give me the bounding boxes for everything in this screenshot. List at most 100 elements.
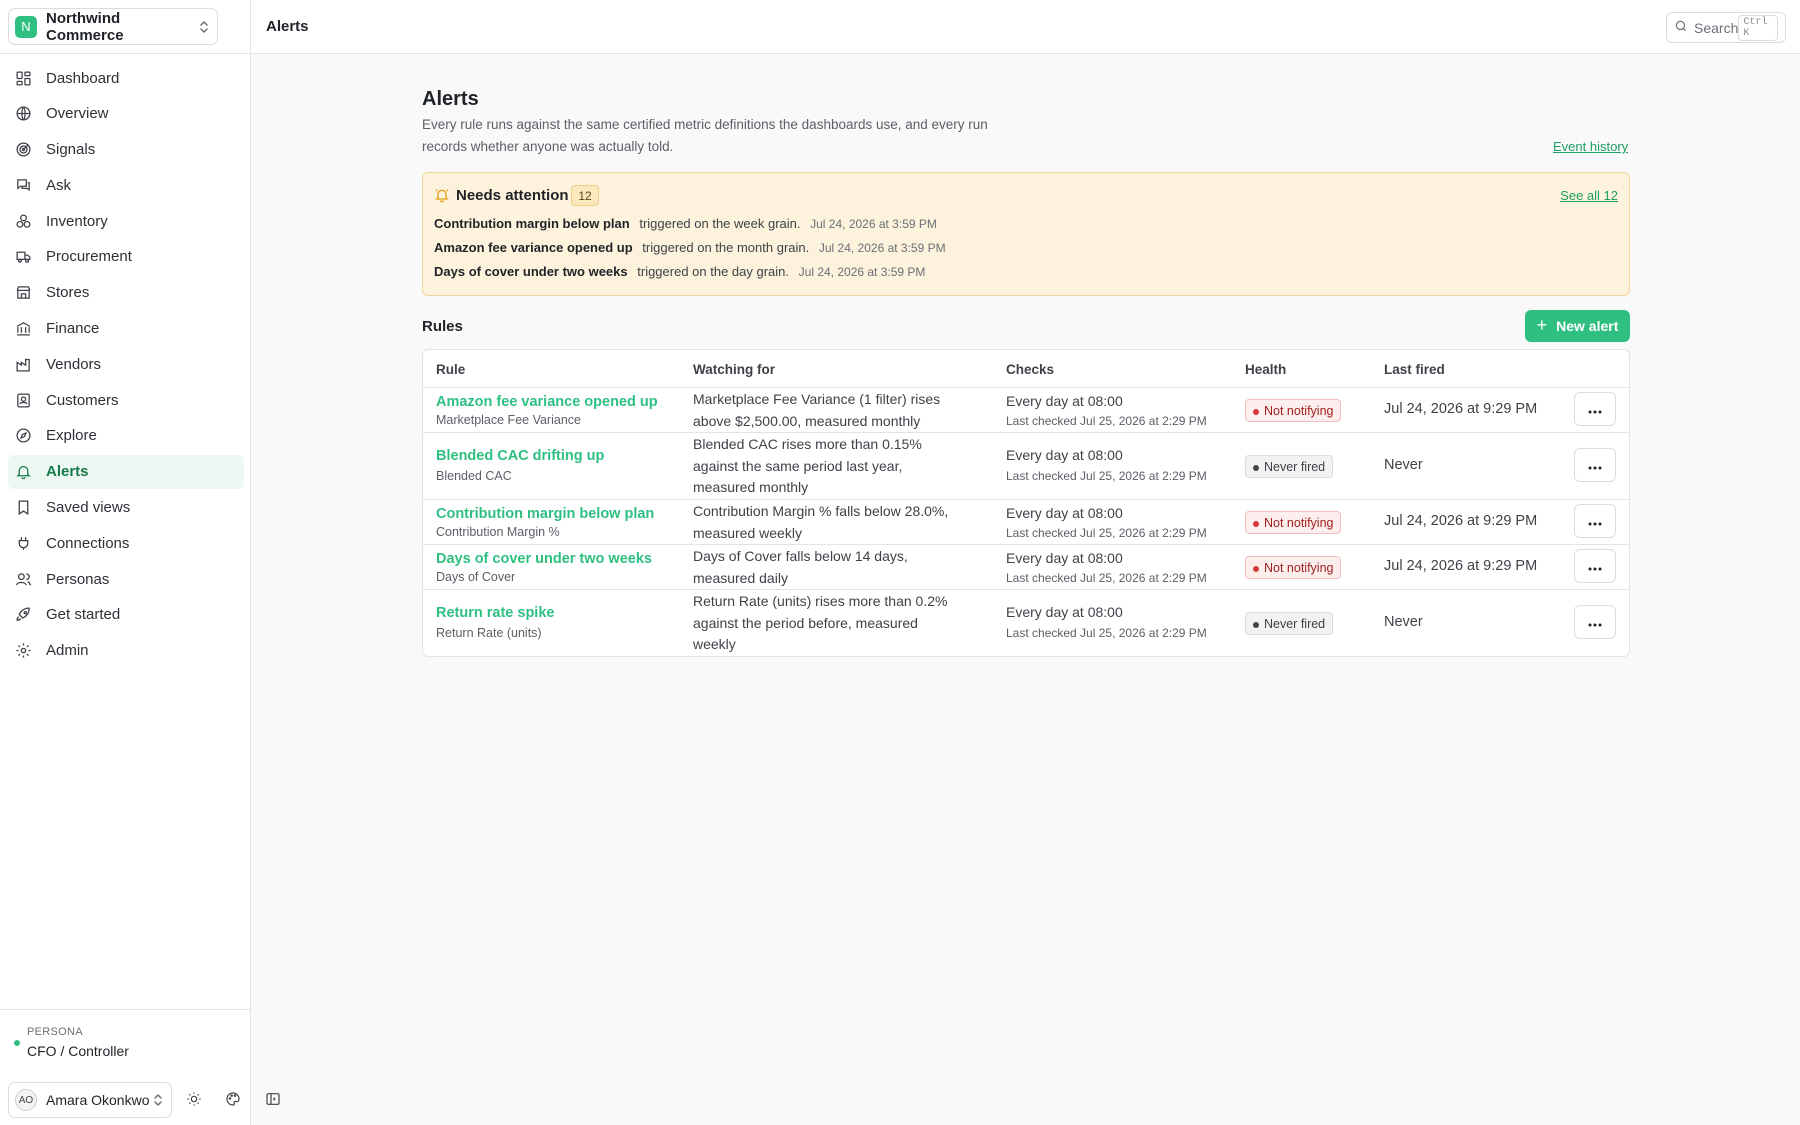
sidebar-item-saved-views[interactable]: Saved views: [8, 491, 244, 525]
sidebar-item-label: Finance: [46, 320, 100, 338]
rule-name-link[interactable]: Days of cover under two weeks: [436, 551, 652, 567]
column-header-health[interactable]: Health: [1245, 362, 1286, 377]
chevron-up-down-icon: [197, 18, 211, 36]
rule-metric: Contribution Margin %: [436, 525, 560, 539]
page-title: Alerts: [422, 88, 479, 110]
sidebar-item-label: Customers: [46, 391, 119, 409]
needs-attention-panel: Needs attention 12 See all 12 Contributi…: [422, 172, 1630, 296]
sidebar-item-dashboard[interactable]: Dashboard: [8, 61, 244, 95]
sun-icon: [186, 1091, 202, 1111]
sidebar-item-overview[interactable]: Overview: [8, 97, 244, 131]
org-switcher[interactable]: N Northwind Commerce: [8, 8, 218, 45]
sidebar-item-label: Procurement: [46, 248, 132, 266]
persona-value[interactable]: CFO / Controller: [27, 1043, 129, 1059]
user-switcher[interactable]: AO Amara Okonkwo: [8, 1082, 172, 1118]
rule-last-checked: Last checked Jul 25, 2026 at 2:29 PM: [1006, 414, 1207, 428]
topbar: Alerts Search Ctrl K: [251, 0, 1800, 54]
column-header-last-fired[interactable]: Last fired: [1384, 362, 1445, 377]
attention-item-message: triggered on the week grain.: [639, 216, 801, 231]
truck-icon: [15, 248, 32, 265]
page-breadcrumb-title: Alerts: [266, 18, 309, 35]
rule-checks: Every day at 08:00: [1006, 505, 1123, 521]
rule-last-checked: Last checked Jul 25, 2026 at 2:29 PM: [1006, 526, 1207, 540]
org-name: Northwind Commerce: [46, 9, 124, 44]
rule-metric: Days of Cover: [436, 570, 516, 584]
attention-item-name: Days of cover under two weeks: [434, 264, 628, 279]
contact-icon: [15, 392, 32, 409]
sidebar-item-explore[interactable]: Explore: [8, 419, 244, 453]
sidebar-item-personas[interactable]: Personas: [8, 562, 244, 596]
rule-watching: Contribution Margin % falls below 28.0%,…: [693, 503, 949, 541]
rule-metric: Marketplace Fee Variance: [436, 413, 581, 427]
sidebar-item-customers[interactable]: Customers: [8, 383, 244, 417]
sidebar-item-ask[interactable]: Ask: [8, 168, 244, 202]
row-actions-button[interactable]: [1574, 605, 1616, 639]
column-header-checks[interactable]: Checks: [1006, 362, 1054, 377]
persona-status-dot: [14, 1040, 20, 1046]
users-icon: [15, 571, 32, 588]
attention-item[interactable]: Days of cover under two weeks triggered …: [434, 264, 925, 279]
sidebar-collapse-icon: [265, 1091, 281, 1111]
attention-item[interactable]: Contribution margin below plan triggered…: [434, 216, 937, 231]
status-badge: Not notifying: [1245, 556, 1342, 579]
rule-name-link[interactable]: Blended CAC drifting up: [436, 448, 604, 464]
rule-watching: Return Rate (units) rises more than 0.2%…: [693, 593, 948, 652]
sidebar-item-label: Signals: [46, 141, 96, 159]
new-alert-button[interactable]: + New alert: [1525, 310, 1630, 342]
sidebar-item-label: Inventory: [46, 212, 108, 230]
search-shortcut: Ctrl K: [1738, 14, 1778, 41]
store-icon: [15, 284, 32, 301]
row-actions-button[interactable]: [1574, 549, 1616, 583]
needs-attention-title: Needs attention: [456, 187, 569, 204]
attention-item-message: triggered on the month grain.: [642, 240, 810, 255]
sidebar-item-alerts[interactable]: Alerts: [8, 454, 244, 489]
attention-item[interactable]: Amazon fee variance opened up triggered …: [434, 240, 946, 255]
sidebar-item-label: Dashboard: [46, 69, 120, 87]
sidebar-item-inventory[interactable]: Inventory: [8, 204, 244, 238]
status-badge: Not notifying: [1245, 511, 1342, 534]
avatar: AO: [15, 1089, 37, 1111]
sidebar-item-procurement[interactable]: Procurement: [8, 240, 244, 274]
event-history-link[interactable]: Event history: [1553, 139, 1628, 154]
search-placeholder: Search: [1694, 19, 1739, 36]
sidebar-item-vendors[interactable]: Vendors: [8, 347, 244, 381]
sidebar-item-label: Explore: [46, 427, 97, 445]
more-icon: [1588, 401, 1602, 418]
collapse-sidebar-button[interactable]: [262, 1090, 284, 1112]
rule-name-link[interactable]: Contribution margin below plan: [436, 506, 654, 522]
sidebar-item-label: Saved views: [46, 499, 131, 517]
row-actions-button[interactable]: [1574, 392, 1616, 426]
rule-last-checked: Last checked Jul 25, 2026 at 2:29 PM: [1006, 626, 1207, 640]
theme-toggle-button[interactable]: [183, 1090, 205, 1112]
user-name: Amara Okonkwo: [46, 1092, 150, 1108]
org-logo: N: [15, 15, 37, 38]
rule-last-fired: Jul 24, 2026 at 9:29 PM: [1384, 558, 1538, 574]
sidebar-item-label: Overview: [46, 105, 109, 123]
sidebar-item-get-started[interactable]: Get started: [8, 598, 244, 632]
bookmark-icon: [15, 499, 32, 516]
column-header-watching[interactable]: Watching for: [693, 362, 775, 377]
column-header-rule[interactable]: Rule: [436, 362, 465, 377]
row-actions-button[interactable]: [1574, 448, 1616, 482]
see-all-link[interactable]: See all 12: [1560, 188, 1618, 203]
sidebar-item-label: Stores: [46, 284, 90, 302]
sidebar-item-admin[interactable]: Admin: [8, 634, 244, 668]
rule-last-fired: Jul 24, 2026 at 9:29 PM: [1384, 513, 1538, 529]
rule-name-link[interactable]: Return rate spike: [436, 605, 554, 621]
sidebar-item-connections[interactable]: Connections: [8, 526, 244, 560]
sidebar-item-finance[interactable]: Finance: [8, 312, 244, 346]
palette-button[interactable]: [222, 1090, 244, 1112]
rule-name-link[interactable]: Amazon fee variance opened up: [436, 394, 658, 410]
search-input[interactable]: Search Ctrl K: [1666, 12, 1786, 43]
status-badge: Never fired: [1245, 612, 1334, 635]
table-row: Contribution margin below plan Contribut…: [423, 500, 1629, 545]
table-row: Return rate spike Return Rate (units) Re…: [423, 590, 1629, 656]
sidebar-item-signals[interactable]: Signals: [8, 133, 244, 167]
table-header: Rule Watching for Checks Health Last fir…: [423, 350, 1629, 388]
rule-watching: Marketplace Fee Variance (1 filter) rise…: [693, 391, 941, 429]
chat-icon: [15, 177, 32, 194]
rule-last-checked: Last checked Jul 25, 2026 at 2:29 PM: [1006, 469, 1207, 483]
sidebar-item-stores[interactable]: Stores: [8, 276, 244, 310]
divider: [0, 1009, 251, 1010]
row-actions-button[interactable]: [1574, 504, 1616, 538]
